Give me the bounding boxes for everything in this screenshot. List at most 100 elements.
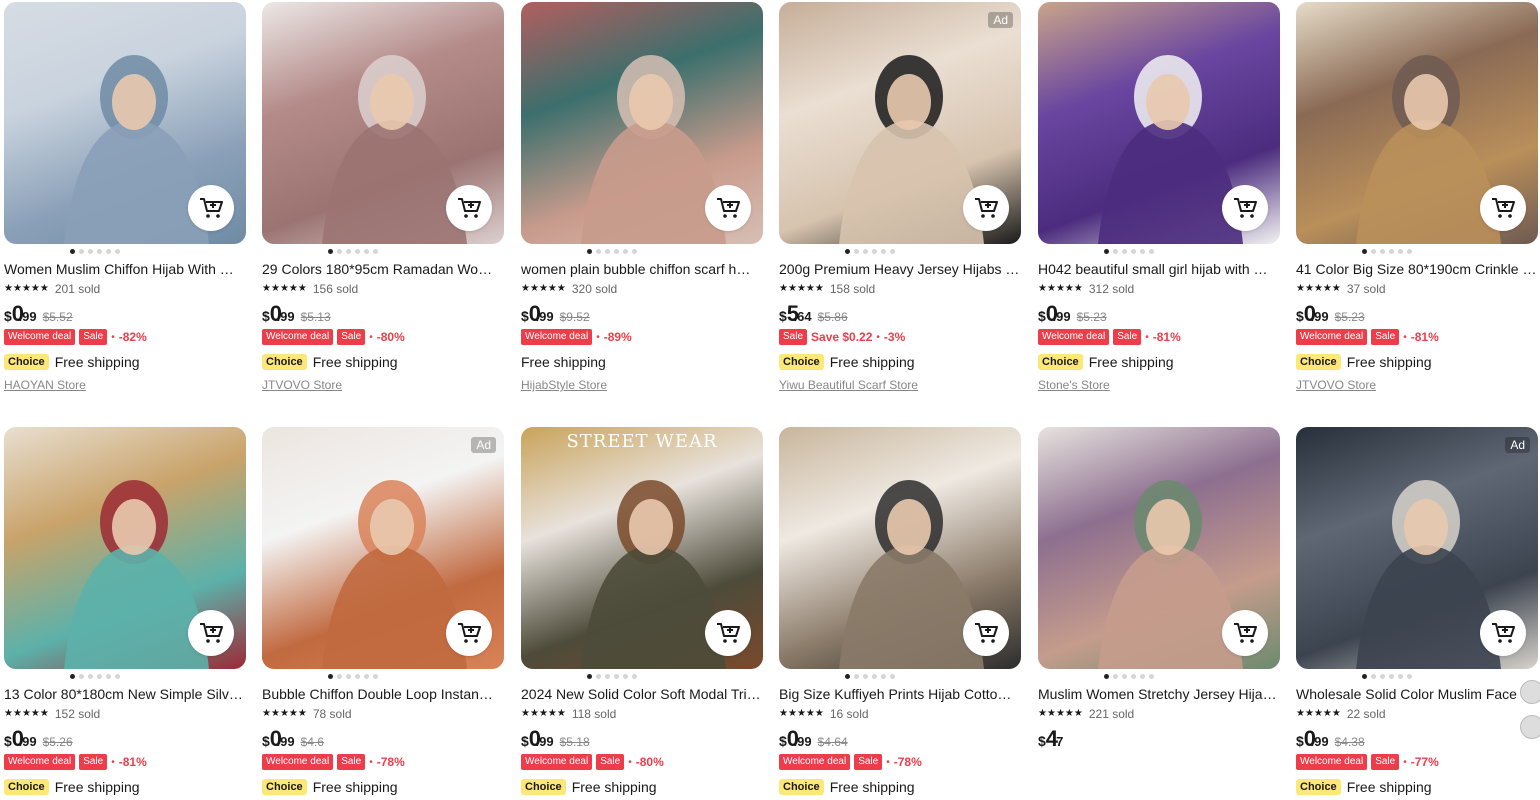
carousel-dot[interactable] <box>890 248 895 254</box>
carousel-dot[interactable] <box>605 673 610 679</box>
carousel-dot[interactable] <box>1104 248 1109 254</box>
product-title[interactable]: 41 Color Big Size 80*190cm Crinkle … <box>1296 260 1538 278</box>
product-title[interactable]: women plain bubble chiffon scarf h… <box>521 260 763 278</box>
product-title[interactable]: Women Muslim Chiffon Hijab With … <box>4 260 246 278</box>
product-image[interactable]: Ad <box>779 2 1021 244</box>
carousel-dot[interactable] <box>1407 673 1412 679</box>
carousel-dot[interactable] <box>364 248 369 254</box>
carousel-dot[interactable] <box>587 248 592 254</box>
product-image[interactable] <box>1038 2 1280 244</box>
product-title[interactable]: Big Size Kuffiyeh Prints Hijab Cotto… <box>779 685 1021 703</box>
carousel-dot[interactable] <box>1362 673 1367 679</box>
carousel-dot[interactable] <box>79 673 84 679</box>
carousel-dot[interactable] <box>1389 673 1394 679</box>
carousel-dot[interactable] <box>70 248 75 254</box>
product-image[interactable] <box>1296 2 1538 244</box>
carousel-dot[interactable] <box>1371 248 1376 254</box>
carousel-dot[interactable] <box>97 248 102 254</box>
carousel-dot[interactable] <box>1113 673 1118 679</box>
product-image[interactable]: Ad <box>262 427 504 669</box>
add-to-cart-button[interactable] <box>705 610 751 656</box>
carousel-dot[interactable] <box>863 248 868 254</box>
carousel-dot[interactable] <box>881 248 886 254</box>
image-carousel-dots[interactable] <box>1236 244 1538 258</box>
carousel-dot[interactable] <box>97 673 102 679</box>
add-to-cart-button[interactable] <box>446 610 492 656</box>
image-carousel-dots[interactable] <box>978 669 1280 683</box>
carousel-dot[interactable] <box>1140 673 1145 679</box>
carousel-dot[interactable] <box>881 673 886 679</box>
add-to-cart-button[interactable] <box>1222 185 1268 231</box>
carousel-dot[interactable] <box>596 673 601 679</box>
product-image[interactable] <box>262 2 504 244</box>
carousel-dot[interactable] <box>1389 248 1394 254</box>
image-carousel-dots[interactable] <box>719 669 1021 683</box>
add-to-cart-button[interactable] <box>188 185 234 231</box>
product-card[interactable]: 29 Colors 180*95cm Ramadan Wo… ★ ★ ★ ★ ★ 156 s… <box>262 2 504 394</box>
carousel-dot[interactable] <box>346 673 351 679</box>
store-link[interactable]: Stone's Store <box>1038 378 1280 394</box>
product-image[interactable] <box>4 2 246 244</box>
carousel-dot[interactable] <box>623 248 628 254</box>
product-card[interactable]: Big Size Kuffiyeh Prints Hijab Cotto… ★ ★ ★… <box>779 427 1021 797</box>
product-image[interactable] <box>521 2 763 244</box>
product-card[interactable]: Ad Bubble Chiffon Double Loop Instan… ★ ★ ★… <box>262 427 504 797</box>
carousel-dot[interactable] <box>355 673 360 679</box>
carousel-dot[interactable] <box>863 673 868 679</box>
product-card[interactable]: women plain bubble chiffon scarf h… ★ ★ ★ ★ ★… <box>521 2 763 394</box>
product-card[interactable]: STREET WEAR 2024 New Solid Color Soft Mo… <box>521 427 763 797</box>
product-title[interactable]: 200g Premium Heavy Jersey Hijabs … <box>779 260 1021 278</box>
carousel-dot[interactable] <box>872 248 877 254</box>
carousel-dot[interactable] <box>88 673 93 679</box>
store-link[interactable]: HijabStyle Store <box>521 378 763 394</box>
carousel-dot[interactable] <box>587 673 592 679</box>
product-card[interactable]: Women Muslim Chiffon Hijab With … ★ ★ ★ ★ ★ 20… <box>4 2 246 394</box>
carousel-dot[interactable] <box>115 673 120 679</box>
image-carousel-dots[interactable] <box>719 244 1021 258</box>
carousel-dot[interactable] <box>79 248 84 254</box>
add-to-cart-button[interactable] <box>963 185 1009 231</box>
carousel-dot[interactable] <box>1398 248 1403 254</box>
carousel-dot[interactable] <box>1113 248 1118 254</box>
carousel-dot[interactable] <box>632 673 637 679</box>
add-to-cart-button[interactable] <box>1480 610 1526 656</box>
carousel-dot[interactable] <box>1380 673 1385 679</box>
product-title[interactable]: Bubble Chiffon Double Loop Instan… <box>262 685 504 703</box>
store-link[interactable]: JTVOVO Store <box>1296 378 1538 394</box>
product-card[interactable]: Muslim Women Stretchy Jersey Hija… ★ ★ ★ ★ ★ 2… <box>1038 427 1280 752</box>
carousel-dot[interactable] <box>614 248 619 254</box>
product-title[interactable]: 13 Color 80*180cm New Simple Silv… <box>4 685 246 703</box>
product-card[interactable]: Ad Wholesale Solid Color Muslim Face … ★ ★… <box>1296 427 1538 797</box>
product-title[interactable]: Muslim Women Stretchy Jersey Hija… <box>1038 685 1280 703</box>
add-to-cart-button[interactable] <box>1480 185 1526 231</box>
carousel-dot[interactable] <box>1131 248 1136 254</box>
carousel-dot[interactable] <box>890 673 895 679</box>
product-image[interactable] <box>4 427 246 669</box>
carousel-dot[interactable] <box>88 248 93 254</box>
product-card[interactable]: 41 Color Big Size 80*190cm Crinkle … ★ ★ ★ ★… <box>1296 2 1538 394</box>
carousel-dot[interactable] <box>872 673 877 679</box>
carousel-dot[interactable] <box>1149 673 1154 679</box>
carousel-dot[interactable] <box>854 248 859 254</box>
carousel-dot[interactable] <box>623 673 628 679</box>
carousel-dot[interactable] <box>1380 248 1385 254</box>
carousel-dot[interactable] <box>355 248 360 254</box>
add-to-cart-button[interactable] <box>446 185 492 231</box>
carousel-dot[interactable] <box>115 248 120 254</box>
carousel-dot[interactable] <box>1122 673 1127 679</box>
carousel-dot[interactable] <box>70 673 75 679</box>
carousel-dot[interactable] <box>346 248 351 254</box>
product-title[interactable]: H042 beautiful small girl hijab with … <box>1038 260 1280 278</box>
carousel-dot[interactable] <box>614 673 619 679</box>
carousel-dot[interactable] <box>1149 248 1154 254</box>
carousel-dot[interactable] <box>373 248 378 254</box>
carousel-dot[interactable] <box>632 248 637 254</box>
carousel-dot[interactable] <box>1398 673 1403 679</box>
image-carousel-dots[interactable] <box>978 244 1280 258</box>
carousel-dot[interactable] <box>1131 673 1136 679</box>
carousel-dot[interactable] <box>337 673 342 679</box>
carousel-dot[interactable] <box>1104 673 1109 679</box>
carousel-dot[interactable] <box>845 248 850 254</box>
carousel-dot[interactable] <box>106 248 111 254</box>
image-carousel-dots[interactable] <box>202 669 504 683</box>
